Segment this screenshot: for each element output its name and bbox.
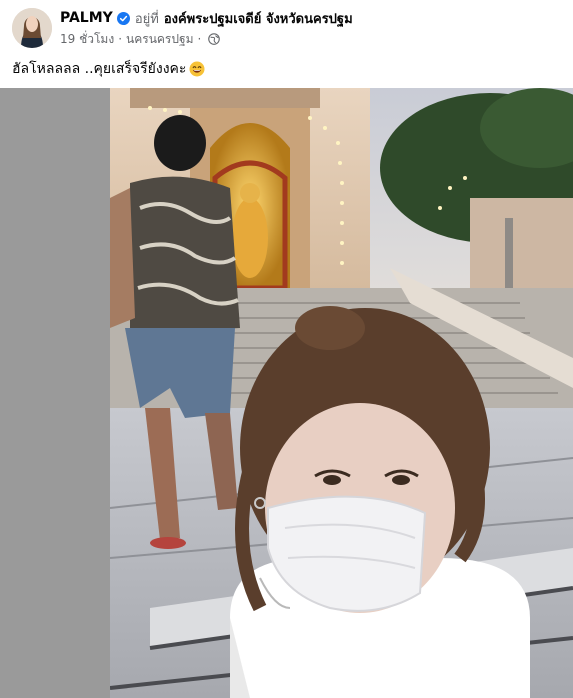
post-caption: ฮัลโหลลลล ..คุยเสร็จรียังงคะ xyxy=(12,58,205,80)
caption-text: ฮัลโหลลลล ..คุยเสร็จรียังงคะ xyxy=(12,61,187,77)
post-photo-container xyxy=(0,88,573,698)
separator-dot: · xyxy=(118,32,123,46)
author-name[interactable]: PALMY xyxy=(60,10,113,26)
globe-icon[interactable] xyxy=(208,33,221,45)
author-avatar[interactable] xyxy=(12,8,52,48)
post-photo[interactable] xyxy=(110,88,573,698)
post-header: PALMY อยู่ที่ องค์พระปฐมเจดีย์ จังหวัดนค… xyxy=(0,0,573,88)
smiling-face-emoji-icon xyxy=(189,61,205,77)
post-location[interactable]: นครนครปฐม xyxy=(126,30,194,49)
checkin-prefix: อยู่ที่ xyxy=(134,11,159,27)
verified-badge-icon xyxy=(116,11,130,25)
separator-dot: · xyxy=(197,32,202,46)
post-timestamp[interactable]: 19 ชั่วโมง xyxy=(60,30,114,49)
checkin-place-link[interactable]: องค์พระปฐมเจดีย์ จังหวัดนครปฐม xyxy=(164,8,353,29)
